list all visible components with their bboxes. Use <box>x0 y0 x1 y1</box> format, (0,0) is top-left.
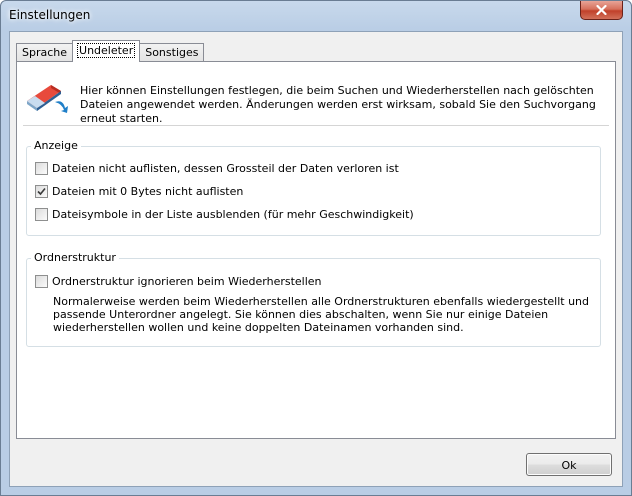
tab-sonstiges[interactable]: Sonstiges <box>139 43 205 62</box>
option-label: Dateien mit 0 Bytes nicht auflisten <box>52 184 244 198</box>
option-label: Dateien nicht auflisten, dessen Grosstei… <box>52 161 399 175</box>
window-title: Einstellungen <box>9 8 91 22</box>
folder-structure-description: Normalerweise werden beim Wiederherstell… <box>53 295 590 334</box>
anzeige-group: Anzeige Dateien nicht auflisten, dessen … <box>26 139 601 236</box>
checkbox-hide-mostly-lost[interactable] <box>35 161 48 175</box>
ok-button[interactable]: Ok <box>526 453 612 476</box>
ordnerstruktur-legend: Ordnerstruktur <box>31 251 119 265</box>
anzeige-legend: Anzeige <box>31 139 81 153</box>
separator <box>23 125 609 126</box>
undeleter-tab-panel: Hier können Einstellungen festlegen, die… <box>16 61 616 439</box>
option-label: Ordnerstruktur ignorieren beim Wiederher… <box>52 274 322 288</box>
checkbox-ignore-folder-structure[interactable] <box>35 274 48 288</box>
close-icon <box>596 5 607 15</box>
eraser-icon <box>27 85 68 113</box>
title-bar[interactable]: Einstellungen <box>1 1 631 31</box>
ordnerstruktur-group: Ordnerstruktur Ordnerstruktur ignorieren… <box>26 251 601 347</box>
option-hide-zero-bytes[interactable]: Dateien mit 0 Bytes nicht auflisten <box>35 184 243 198</box>
tab-sprache[interactable]: Sprache <box>16 43 74 62</box>
checkbox-hide-zero-bytes[interactable] <box>35 184 48 198</box>
option-ignore-folder-structure[interactable]: Ordnerstruktur ignorieren beim Wiederher… <box>35 274 322 288</box>
dialog-client-area: Sprache Undeleter Sonstiges Hier können … <box>9 31 623 487</box>
option-hide-file-icons[interactable]: Dateisymbole in der Liste ausblenden (fü… <box>35 207 414 221</box>
option-label: Dateisymbole in der Liste ausblenden (fü… <box>52 207 414 221</box>
checkmark-icon <box>37 187 46 195</box>
settings-window: Einstellungen Sprache Undeleter Sonstige… <box>0 0 632 496</box>
close-button[interactable] <box>580 1 623 20</box>
tab-strip: Sprache Undeleter Sonstiges <box>16 40 205 62</box>
option-hide-mostly-lost[interactable]: Dateien nicht auflisten, dessen Grosstei… <box>35 161 399 175</box>
tab-undeleter[interactable]: Undeleter <box>72 40 141 62</box>
checkbox-hide-file-icons[interactable] <box>35 207 48 221</box>
intro-text: Hier können Einstellungen festlegen, die… <box>80 84 596 125</box>
